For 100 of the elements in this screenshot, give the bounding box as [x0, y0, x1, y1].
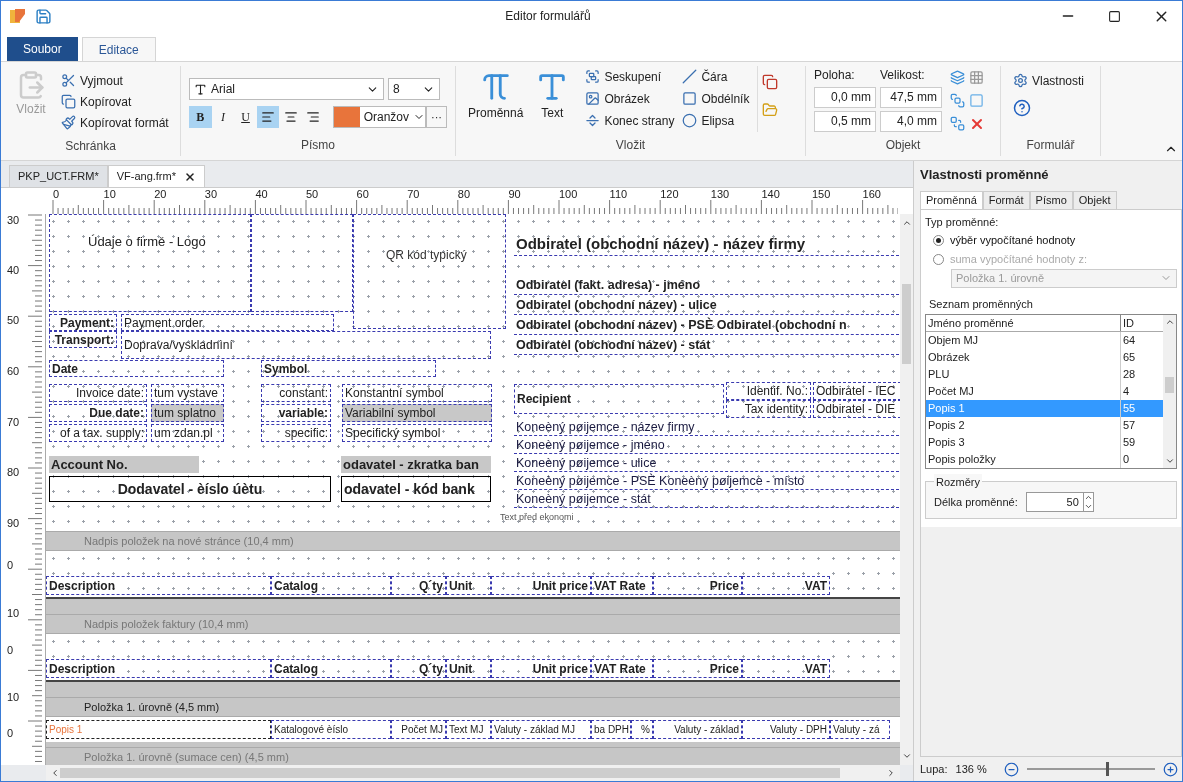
align-button[interactable] — [256, 106, 280, 128]
column-heading[interactable]: VAT Rate — [591, 576, 653, 595]
more-button[interactable]: ··· — [426, 106, 447, 128]
delete-icon[interactable] — [969, 116, 985, 132]
maximize-icon[interactable] — [1108, 9, 1121, 23]
scroll-left-icon[interactable] — [50, 768, 60, 778]
list-row[interactable]: Objem MJ 64 — [926, 332, 1163, 349]
scroll-up-icon[interactable] — [1164, 317, 1175, 327]
ribbon-button[interactable]: Seskupení — [581, 66, 679, 87]
ribbon-tab[interactable]: Soubor — [7, 37, 78, 61]
scroll-down-icon[interactable] — [1164, 456, 1175, 466]
field-note[interactable]: Text před ekonomi — [498, 512, 608, 524]
zoom-slider[interactable] — [1026, 762, 1155, 776]
scroll-thumb[interactable] — [60, 768, 840, 778]
column-heading[interactable]: Unit price — [491, 659, 591, 678]
ribbon-button[interactable]: Konec strany — [581, 110, 679, 131]
form-field[interactable]: Koneèný pøijemce - stát — [514, 491, 899, 508]
item-field[interactable]: Počet MJ — [391, 720, 446, 739]
zoom-out-icon[interactable] — [1003, 761, 1019, 777]
column-heading[interactable]: VAT — [742, 659, 830, 678]
ribbon-tab[interactable]: Editace — [81, 37, 156, 61]
ribbon-button[interactable]: Elipsa — [678, 110, 754, 131]
properties-tab[interactable]: Objekt — [1072, 191, 1117, 209]
document-tab[interactable]: PKP_UCT.FRM* — [9, 165, 108, 187]
dimension-field[interactable]: 0,5 mm — [814, 111, 876, 132]
column-heading[interactable]: Description — [46, 576, 271, 595]
form-field[interactable]: Account No. — [49, 456, 199, 473]
form-field[interactable]: Koneèný pøijemce - ulice — [514, 455, 899, 472]
form-field[interactable]: Symbol — [261, 360, 436, 377]
ribbon-button[interactable]: Kopírovat — [57, 91, 173, 112]
send-back-icon[interactable] — [950, 116, 965, 131]
form-field[interactable]: Odbiratel (obchodní název) - ulice — [514, 297, 899, 315]
form-field[interactable]: Variabilní symbol — [342, 404, 492, 422]
form-field[interactable]: tum vystave — [151, 384, 224, 402]
item-field[interactable]: Valuty - zá — [830, 720, 890, 739]
radio-option[interactable]: výběr vypočítané hodnoty — [925, 230, 1177, 250]
form-field[interactable]: Koneèný pøijemce - PSÈ Koneèný pøijemce - místo — [514, 473, 899, 490]
form-field[interactable]: Koneèný pøijemce - název firmy — [514, 419, 899, 436]
list-row[interactable]: PLU 28 — [926, 366, 1163, 383]
form-field[interactable]: variable: — [261, 404, 331, 422]
document-tab[interactable]: VF-ang.frm* — [107, 165, 205, 187]
form-field[interactable]: Doprava/vyskladnìní — [121, 331, 491, 359]
form-field[interactable]: um zdan.pl — [151, 424, 224, 442]
form-field[interactable]: Due date: — [49, 404, 147, 422]
column-heading[interactable]: Unit — [446, 576, 491, 595]
column-heading[interactable]: Price — [653, 659, 742, 678]
item-field[interactable]: Valuty - základ — [653, 720, 742, 739]
column-heading[interactable]: Unit — [446, 659, 491, 678]
layers-icon[interactable] — [950, 70, 965, 85]
close-tab-icon[interactable] — [184, 170, 196, 183]
item-field[interactable]: Valuty - základ MJ — [491, 720, 591, 739]
ribbon-button[interactable]: Kopírovat formát — [57, 112, 173, 133]
column-heading[interactable]: Catalog — [271, 576, 391, 595]
band-header[interactable]: Položka 1. úrovně (4,5 mm) — [46, 697, 900, 717]
dimension-field[interactable]: 4,0 mm — [880, 111, 942, 132]
font-size-dropdown[interactable]: 8 — [388, 78, 440, 100]
insert-button[interactable]: Proměnná — [464, 66, 528, 132]
properties-tab[interactable]: Proměnná — [920, 191, 983, 209]
properties-tab[interactable]: Formát — [982, 191, 1030, 209]
form-label[interactable]: Údaje o firmě - Logo — [86, 233, 256, 251]
ribbon-button[interactable]: Obrázek — [581, 88, 679, 109]
form-label[interactable]: QR kód typický — [384, 246, 494, 264]
dimension-field[interactable]: 47,5 mm — [880, 87, 942, 108]
horizontal-scrollbar[interactable] — [46, 765, 900, 781]
form-field[interactable]: Payment order — [121, 314, 334, 331]
form-field[interactable]: Tax identity: — [726, 400, 811, 418]
item-field[interactable]: Valuty - DPH — [742, 720, 830, 739]
form-field[interactable]: Invoice date: — [49, 384, 147, 402]
ribbon-button[interactable]: Obdélník — [678, 88, 754, 109]
column-heading[interactable]: Price — [653, 576, 742, 595]
column-heading[interactable]: Catalog — [271, 659, 391, 678]
list-row[interactable]: Počet MJ 4 — [926, 383, 1163, 400]
length-spinner[interactable]: 50 — [1025, 492, 1094, 512]
column-heading[interactable]: Q´ty — [391, 576, 446, 595]
form-field[interactable]: Konstantní symbol — [342, 384, 492, 402]
zoom-in-icon[interactable] — [1163, 761, 1178, 777]
scroll-right-icon[interactable] — [886, 768, 896, 778]
form-field[interactable]: Specifický symbol — [342, 424, 492, 442]
font-dropdown[interactable]: Arial — [189, 78, 384, 100]
form-field[interactable]: of a tax. supply: — [49, 424, 147, 442]
slider-thumb[interactable] — [1106, 762, 1110, 776]
column-heading[interactable]: ID — [1121, 315, 1163, 331]
form-field[interactable]: constant: — [261, 384, 331, 402]
ribbon-button[interactable]: Čára — [678, 66, 754, 87]
scroll-down-icon[interactable] — [901, 751, 912, 761]
form-field[interactable]: Dodavatel - èíslo úètu — [49, 476, 331, 502]
font-style-button[interactable]: I — [211, 106, 235, 128]
save-icon[interactable] — [35, 7, 52, 25]
column-heading[interactable]: VAT Rate — [591, 659, 653, 678]
list-row[interactable]: Obrázek 65 — [926, 349, 1163, 366]
column-heading[interactable]: Description — [46, 659, 271, 678]
help-icon[interactable] — [1013, 99, 1031, 117]
column-heading[interactable]: Q´ty — [391, 659, 446, 678]
font-style-button[interactable]: U — [234, 106, 257, 128]
form-field[interactable]: Koneèný pøijemce - jméno — [514, 437, 899, 454]
scroll-up-icon[interactable] — [901, 218, 912, 228]
form-field[interactable]: Date — [49, 360, 224, 377]
list-row[interactable]: Popis 2 57 — [926, 417, 1163, 434]
scroll-thumb[interactable] — [902, 284, 911, 364]
duplicate-icon[interactable] — [762, 74, 779, 90]
